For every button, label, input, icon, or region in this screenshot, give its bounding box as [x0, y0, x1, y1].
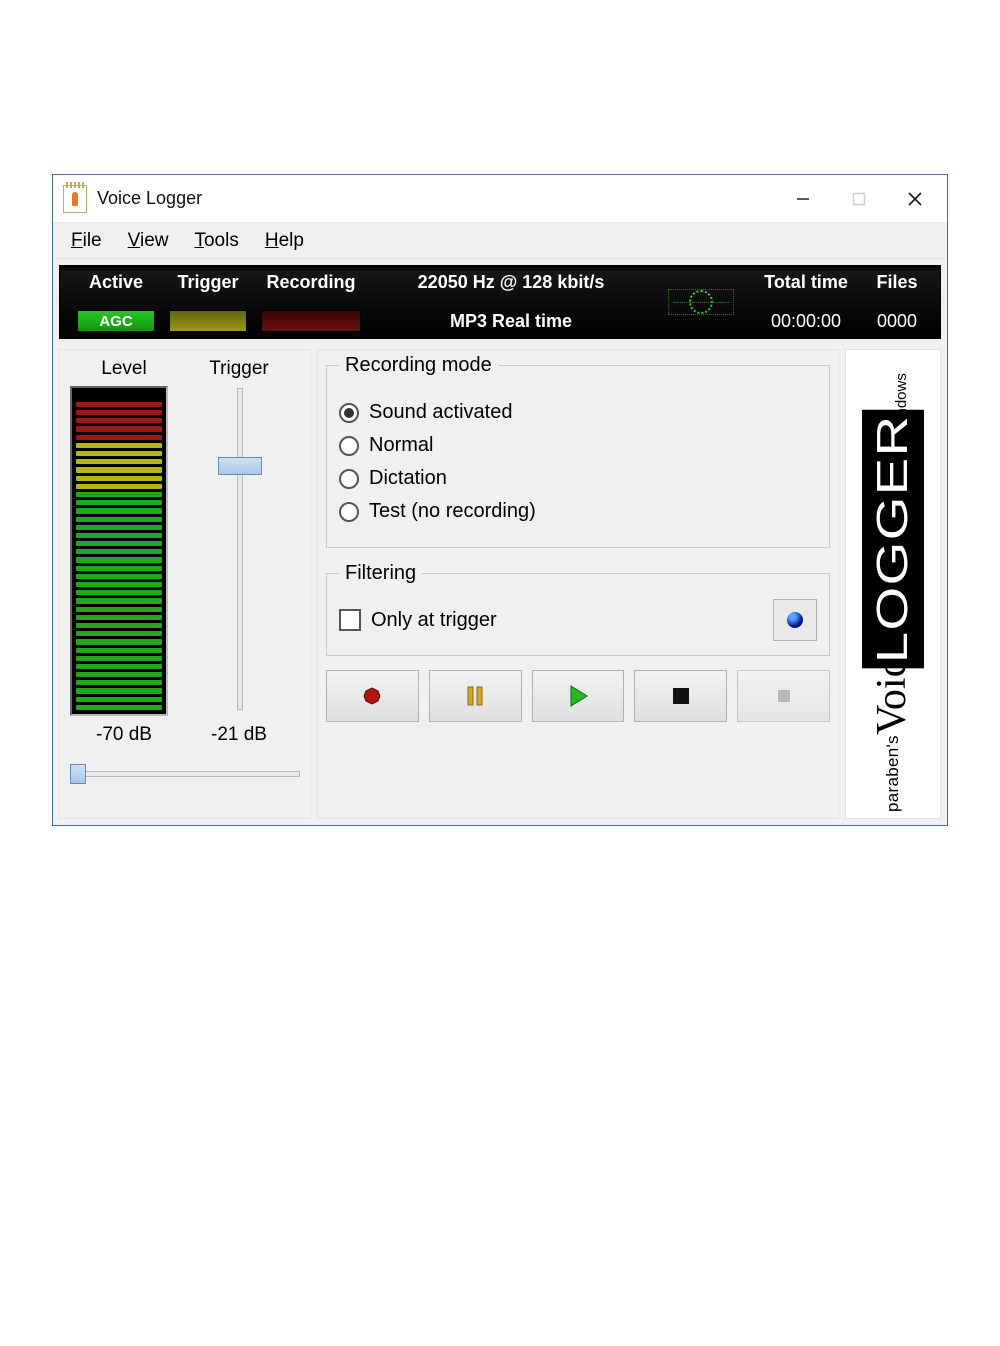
radio-label: Sound activated [369, 401, 512, 424]
only-at-trigger-checkbox[interactable]: Only at trigger [339, 609, 497, 632]
status-rate: 22050 Hz @ 128 kbit/s [418, 272, 605, 293]
menu-bar: File View Tools Help [53, 223, 947, 259]
level-db-readout: -70 dB [70, 724, 178, 746]
menu-view[interactable]: View [118, 228, 179, 254]
logo-logger: LOGGER [862, 410, 924, 669]
status-total-time: 00:00:00 [771, 311, 841, 332]
filtering-legend: Filtering [339, 562, 422, 585]
status-bar: Active AGC Trigger Recording 22050 Hz @ … [59, 265, 941, 339]
status-trigger-light [169, 310, 247, 332]
level-gain-thumb[interactable] [70, 764, 86, 784]
filtering-group: Filtering Only at trigger [326, 562, 830, 656]
led-icon [787, 612, 803, 628]
maximize-button[interactable] [831, 177, 887, 221]
status-files-label: Files [876, 272, 917, 293]
level-gain-slider[interactable] [70, 764, 300, 784]
radio-icon [339, 469, 359, 489]
filter-settings-button[interactable] [773, 599, 817, 641]
level-meter [70, 386, 168, 716]
checkbox-label: Only at trigger [371, 609, 497, 632]
status-active-label: Active [89, 272, 143, 293]
trigger-slider-thumb[interactable] [218, 457, 262, 475]
app-icon [63, 185, 87, 213]
trigger-slider[interactable] [237, 388, 243, 710]
minimize-icon [796, 192, 810, 206]
radio-icon [339, 436, 359, 456]
status-mode: MP3 Real time [450, 311, 572, 332]
radio-dictation[interactable]: Dictation [339, 467, 817, 490]
play-icon [567, 684, 589, 708]
radio-icon [339, 502, 359, 522]
stop-icon [672, 687, 690, 705]
logo-panel: paraben's Voice LOGGER for Windows [845, 349, 941, 819]
trigger-db-readout: -21 dB [178, 724, 300, 746]
pause-icon [465, 685, 485, 707]
status-trigger-label: Trigger [177, 272, 238, 293]
menu-tools[interactable]: Tools [184, 228, 248, 254]
radio-label: Test (no recording) [369, 500, 536, 523]
logo-brand: paraben's [883, 735, 903, 812]
radio-icon [339, 403, 359, 423]
recording-mode-group: Recording mode Sound activated Normal Di… [326, 354, 830, 548]
play-button[interactable] [532, 670, 625, 722]
meters-panel: Level Trigger -70 dB -21 dB [59, 349, 311, 819]
stop-button[interactable] [634, 670, 727, 722]
app-window: Voice Logger File View Tools Help Active… [52, 174, 948, 826]
trigger-label: Trigger [178, 358, 300, 380]
checkbox-icon [339, 609, 361, 631]
radio-label: Normal [369, 434, 433, 457]
recording-mode-legend: Recording mode [339, 354, 498, 377]
minimize-button[interactable] [775, 177, 831, 221]
maximize-icon [852, 192, 866, 206]
record-icon [362, 686, 382, 706]
close-icon [907, 191, 923, 207]
close-button[interactable] [887, 177, 943, 221]
eject-button[interactable] [737, 670, 830, 722]
radio-test[interactable]: Test (no recording) [339, 500, 817, 523]
menu-file[interactable]: File [61, 228, 112, 254]
status-recording-light [261, 310, 361, 332]
record-button[interactable] [326, 670, 419, 722]
level-label: Level [70, 358, 178, 380]
status-recording-label: Recording [266, 272, 355, 293]
controls-panel: Recording mode Sound activated Normal Di… [317, 349, 839, 819]
transport-bar [326, 670, 830, 722]
pause-button[interactable] [429, 670, 522, 722]
radio-normal[interactable]: Normal [339, 434, 817, 457]
menu-help[interactable]: Help [255, 228, 314, 254]
radio-label: Dictation [369, 467, 447, 490]
status-files: 0000 [877, 311, 917, 332]
status-activity-icon [668, 289, 734, 315]
title-bar: Voice Logger [53, 175, 947, 223]
main-area: Level Trigger -70 dB -21 dB [53, 339, 947, 825]
status-agc-light: AGC [77, 310, 155, 332]
window-title: Voice Logger [97, 188, 202, 209]
status-total-time-label: Total time [764, 272, 848, 293]
stop-disabled-icon [775, 687, 793, 705]
radio-sound-activated[interactable]: Sound activated [339, 401, 817, 424]
